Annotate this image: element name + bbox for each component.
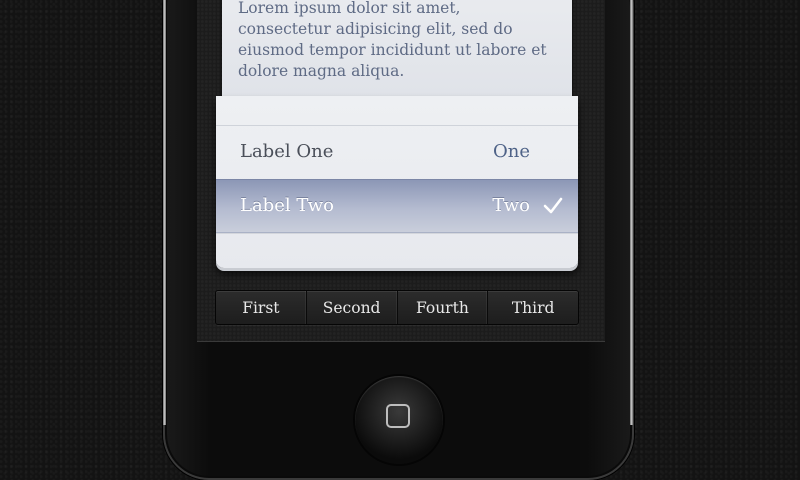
segment-first[interactable]: First [216,291,307,324]
segment-second[interactable]: Second [307,291,398,324]
picker-popup: Label One One Label Two Two [216,96,578,268]
picker-row-value: Two [492,195,530,216]
phone-edge-right [630,0,633,425]
home-button-icon [386,404,410,428]
picker-row-value: One [492,141,530,162]
checkmark-icon [543,197,563,214]
segmented-control: First Second Fourth Third [215,290,579,325]
note-card: Lorem ipsum dolor sit amet, consectetur … [222,0,572,106]
picker-row-one[interactable]: Label One One [216,125,578,179]
segment-fourth[interactable]: Fourth [398,291,489,324]
picker-row-empty [216,233,578,263]
segment-third[interactable]: Third [488,291,578,324]
phone-edge-left [163,0,166,425]
picker-row-label: Label One [240,141,334,162]
picker-row-two[interactable]: Label Two Two [216,179,578,233]
home-button[interactable] [355,376,443,464]
picker-row-label: Label Two [240,195,334,216]
note-text: Lorem ipsum dolor sit amet, consectetur … [238,0,547,80]
